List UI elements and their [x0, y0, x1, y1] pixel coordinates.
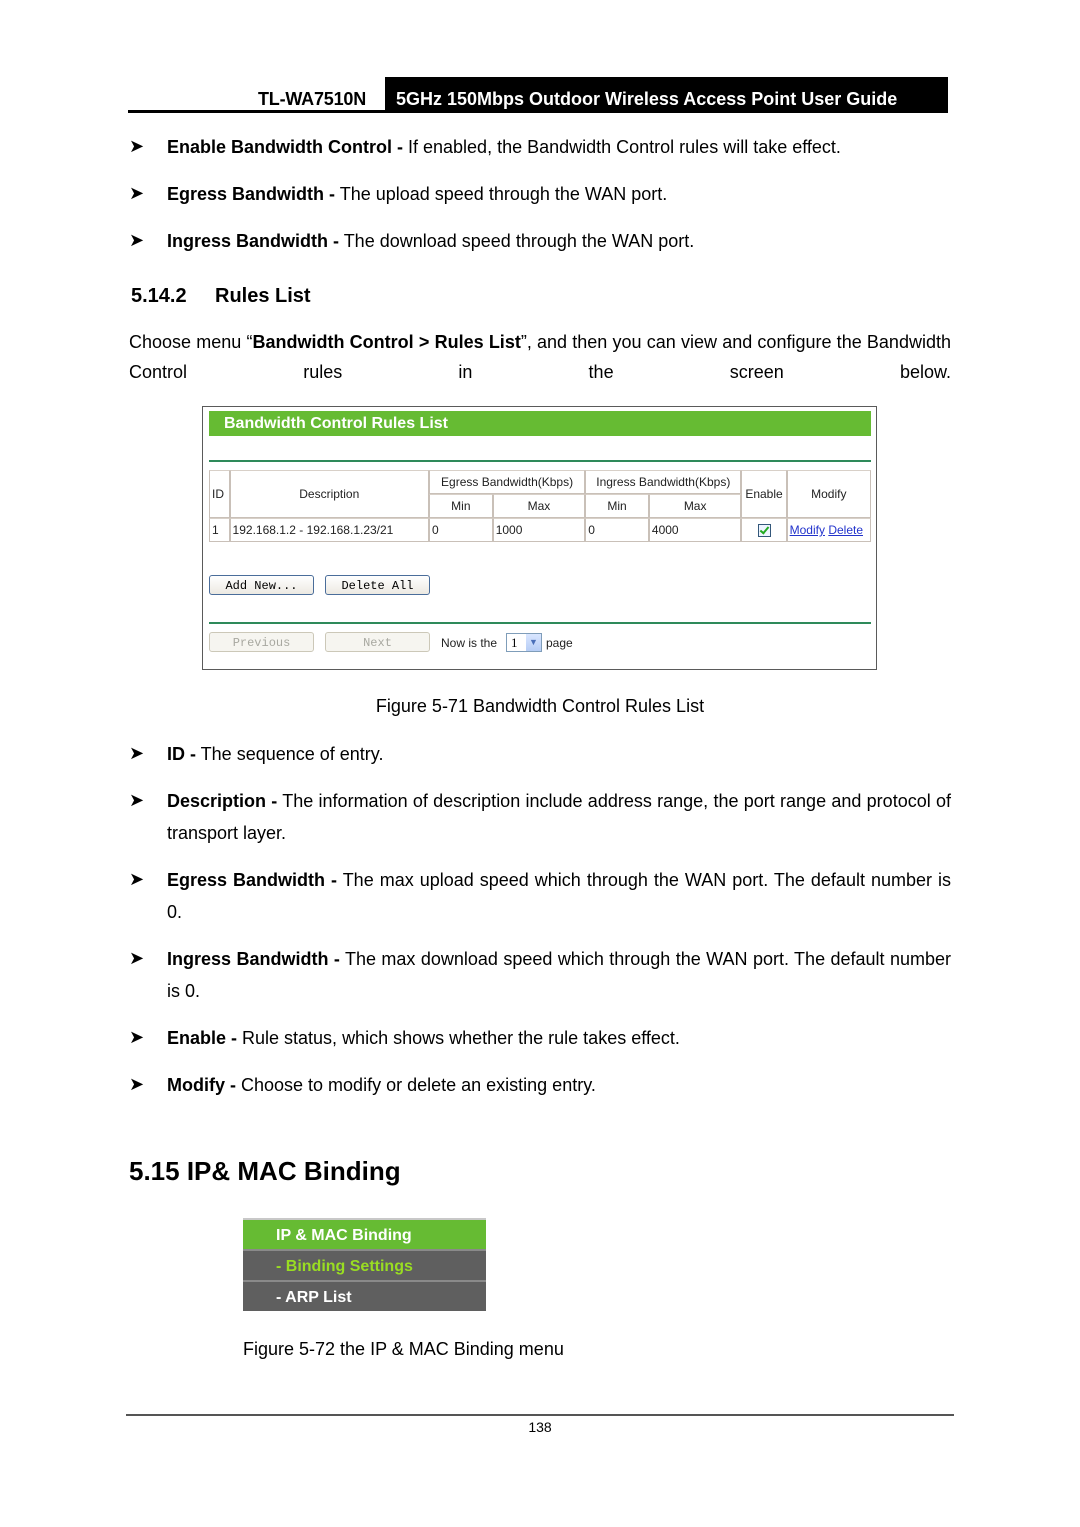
panel-title-bar: Bandwidth Control Rules List — [209, 411, 871, 436]
rules-list-intro-paragraph: Choose menu “Bandwidth Control > Rules L… — [129, 327, 951, 387]
bullet-desc: The sequence of entry. — [196, 744, 384, 764]
bullet-enable-bandwidth-control: Enable Bandwidth Control - If enabled, t… — [167, 131, 951, 163]
col-header-egress-min: Min — [428, 494, 493, 518]
table-header-row: ID Description Egress Bandwidth(Kbps) In… — [209, 470, 871, 518]
col-header-egress-max: Max — [492, 494, 586, 518]
divider — [209, 622, 871, 624]
add-new-button[interactable]: Add New... — [209, 575, 314, 595]
col-header-ingress-min: Min — [585, 494, 649, 518]
cell-modify: Modify Delete — [786, 518, 871, 542]
menu-item-arp-list[interactable]: - ARP List — [243, 1280, 486, 1311]
modify-link[interactable]: Modify — [790, 523, 825, 537]
rules-table: ID Description Egress Bandwidth(Kbps) In… — [209, 470, 871, 542]
bullet-egress-bandwidth: Egress Bandwidth - The upload speed thro… — [167, 178, 951, 210]
bullet-ingress-bandwidth-detail: Ingress Bandwidth - The max download spe… — [167, 943, 951, 1007]
section-title: Rules List — [215, 285, 311, 307]
pager-suffix: page — [546, 636, 573, 650]
section-heading-rules-list: 5.14.2 Rules List — [131, 285, 311, 308]
bullet-term: Ingress Bandwidth - — [167, 231, 340, 251]
bullet-ingress-bandwidth: Ingress Bandwidth - The download speed t… — [167, 225, 951, 257]
bullet-arrow-icon: ➤ — [129, 136, 145, 156]
bullet-desc: The information of description include a… — [167, 791, 952, 843]
bullet-desc: If enabled, the Bandwidth Control rules … — [403, 137, 841, 157]
cell-ingress-min: 0 — [585, 518, 649, 542]
next-button[interactable]: Next — [325, 632, 430, 652]
previous-button[interactable]: Previous — [209, 632, 314, 652]
page-select[interactable]: 1 ▼ — [506, 633, 542, 652]
bullet-term: Modify - — [167, 1075, 236, 1095]
bullet-arrow-icon: ➤ — [129, 948, 145, 968]
header-rule — [128, 110, 386, 113]
bullet-desc: Rule status, which shows whether the rul… — [237, 1028, 680, 1048]
bullet-egress-bandwidth-detail: Egress Bandwidth - The max upload speed … — [167, 864, 951, 928]
bullet-id: ID - The sequence of entry. — [167, 738, 951, 770]
col-header-modify: Modify — [786, 470, 871, 518]
bullet-arrow-icon: ➤ — [129, 790, 145, 810]
pager-prefix: Now is the — [441, 636, 498, 650]
bullet-arrow-icon: ➤ — [129, 183, 145, 203]
col-header-id: ID — [209, 470, 230, 518]
table-row: 1 192.168.1.2 - 192.168.1.23/21 0 1000 0… — [209, 518, 871, 542]
bullet-arrow-icon: ➤ — [129, 869, 145, 889]
page-select-value: 1 — [511, 635, 518, 650]
col-header-egress: Egress Bandwidth(Kbps) — [428, 470, 586, 494]
cell-id: 1 — [209, 518, 230, 542]
bullet-term: Description - — [167, 791, 278, 811]
page-number: 138 — [528, 1419, 552, 1435]
section-heading-ip-mac-binding: 5.15 IP& MAC Binding — [129, 1156, 401, 1186]
cell-egress-max: 1000 — [492, 518, 586, 542]
delete-all-button[interactable]: Delete All — [325, 575, 430, 595]
bullet-term: Egress Bandwidth - — [167, 184, 336, 204]
cell-egress-min: 0 — [428, 518, 493, 542]
para-text: Choose menu “ — [129, 332, 253, 352]
figure-caption-5-72: Figure 5-72 the IP & MAC Binding menu — [243, 1339, 564, 1359]
cell-ingress-max: 4000 — [648, 518, 742, 542]
bullet-desc: The download speed through the WAN port. — [339, 231, 695, 251]
bullet-enable: Enable - Rule status, which shows whethe… — [167, 1022, 951, 1054]
menu-item-binding-settings[interactable]: - Binding Settings — [243, 1249, 486, 1280]
cell-description: 192.168.1.2 - 192.168.1.23/21 — [229, 518, 429, 542]
bullet-desc: The upload speed through the WAN port. — [335, 184, 668, 204]
bandwidth-rules-screenshot: Bandwidth Control Rules List ID Descript… — [202, 406, 877, 670]
col-header-description: Description — [229, 470, 429, 518]
col-header-ingress: Ingress Bandwidth(Kbps) — [585, 470, 742, 494]
cell-enable — [741, 518, 787, 542]
bullet-term: ID - — [167, 744, 196, 764]
bullet-term: Egress Bandwidth - — [167, 870, 338, 890]
bullet-arrow-icon: ➤ — [129, 1074, 145, 1094]
menu-path: Bandwidth Control > Rules List — [252, 332, 521, 352]
figure-caption-5-71: Figure 5-71 Bandwidth Control Rules List — [375, 696, 705, 716]
col-header-ingress-max: Max — [648, 494, 742, 518]
col-header-enable: Enable — [741, 470, 787, 518]
header-model: TL-WA7510N — [258, 89, 367, 109]
divider — [209, 460, 871, 462]
bullet-term: Ingress Bandwidth - — [167, 949, 340, 969]
enable-checkbox[interactable] — [757, 524, 771, 537]
bullet-arrow-icon: ➤ — [129, 1027, 145, 1047]
footer-rule — [126, 1414, 954, 1416]
section-number: 5.14.2 — [131, 285, 187, 307]
bullet-modify: Modify - Choose to modify or delete an e… — [167, 1069, 951, 1101]
header-guide-title: 5GHz 150Mbps Outdoor Wireless Access Poi… — [396, 89, 898, 109]
bullet-arrow-icon: ➤ — [129, 743, 145, 763]
bullet-desc: Choose to modify or delete an existing e… — [236, 1075, 596, 1095]
bullet-description: Description - The information of descrip… — [167, 785, 951, 849]
bullet-term: Enable - — [167, 1028, 238, 1048]
chevron-down-icon[interactable]: ▼ — [526, 634, 541, 651]
bullet-arrow-icon: ➤ — [129, 230, 145, 250]
menu-item-ip-mac-binding[interactable]: IP & MAC Binding — [243, 1218, 486, 1249]
bullet-term: Enable Bandwidth Control - — [167, 137, 403, 157]
delete-link[interactable]: Delete — [828, 523, 863, 537]
ip-mac-binding-menu: IP & MAC Binding - Binding Settings - AR… — [243, 1218, 486, 1311]
